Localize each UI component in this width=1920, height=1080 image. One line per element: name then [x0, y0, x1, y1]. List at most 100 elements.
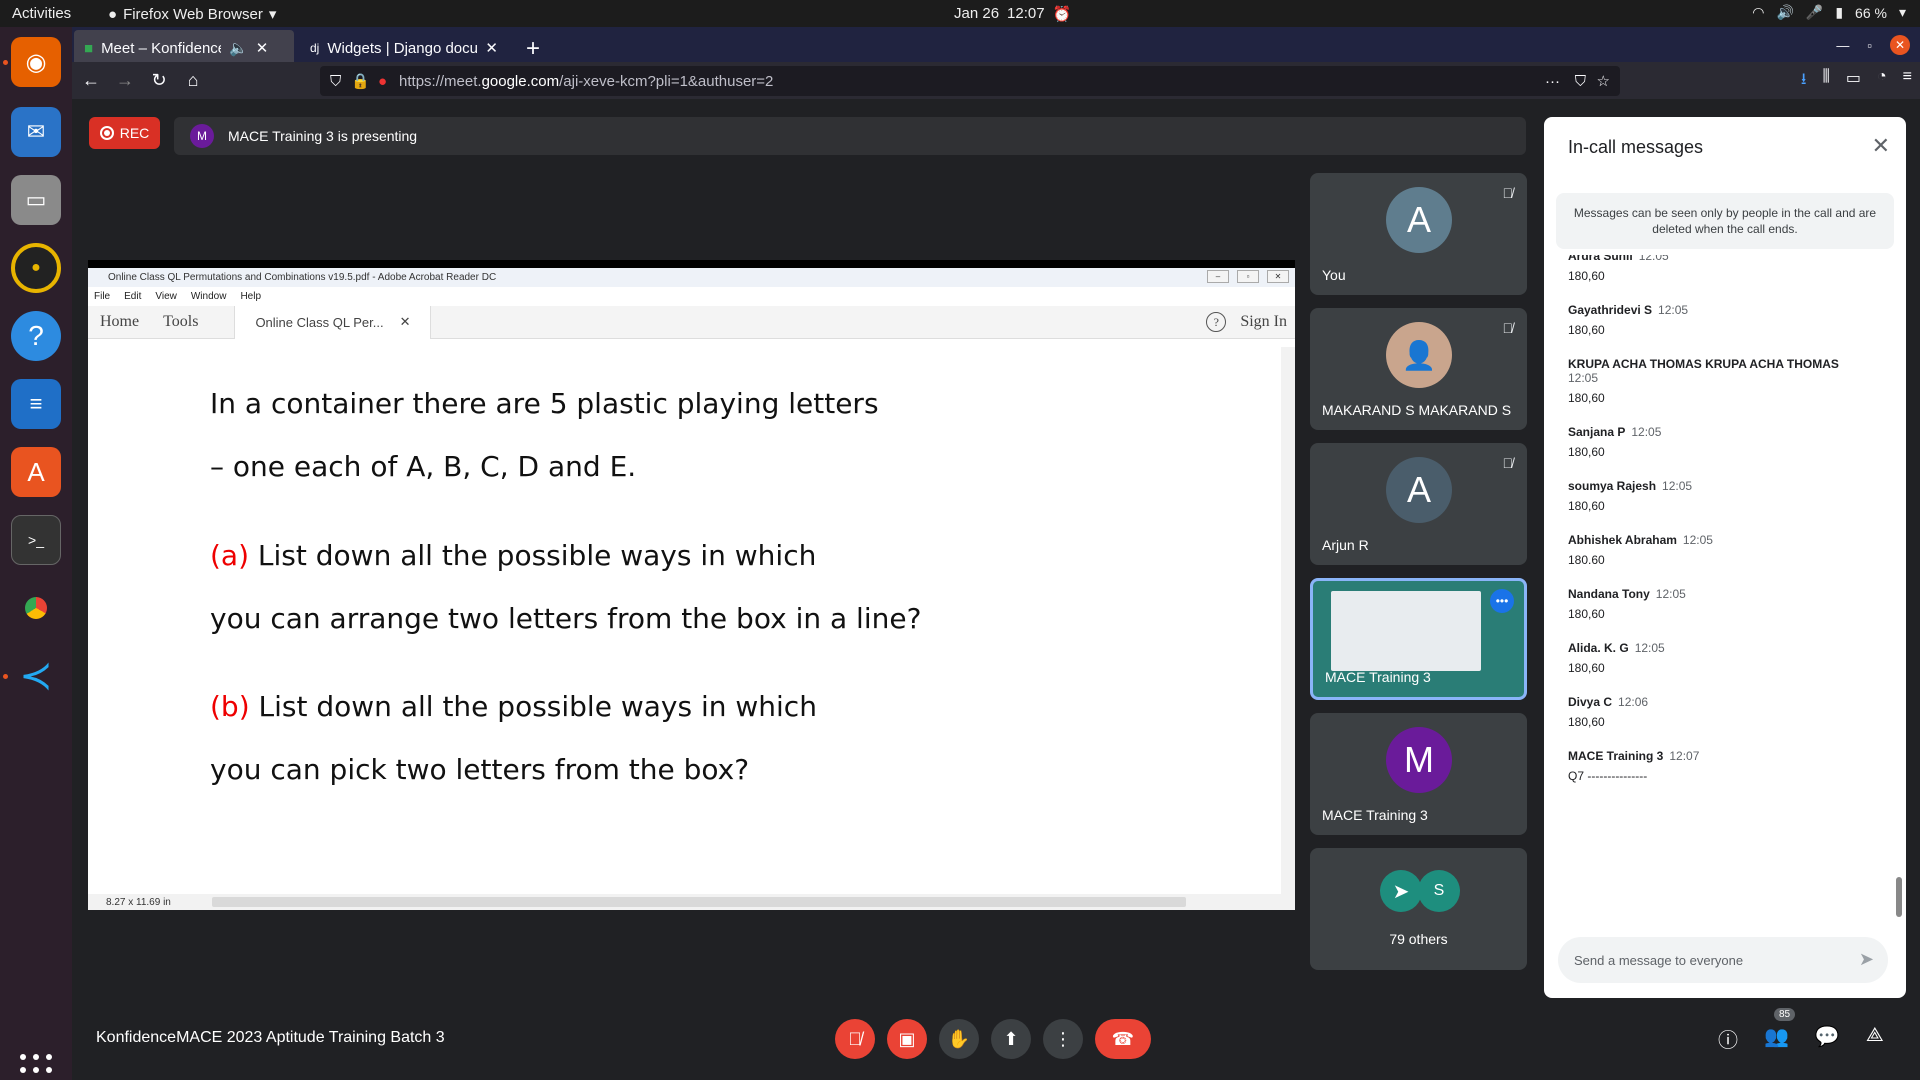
window-controls: — ▫ ✕ — [1836, 35, 1910, 55]
chat-scrollbar[interactable] — [1896, 877, 1902, 917]
app-menu-label: Firefox Web Browser — [123, 5, 263, 23]
acrobat-doc-tab: Online Class QL Per... ✕ — [234, 305, 432, 339]
volume-icon: 🔊 — [1776, 4, 1794, 20]
avatar: A — [1386, 457, 1452, 523]
more-options-button[interactable]: ⋮ — [1043, 1019, 1083, 1059]
close-window-button[interactable]: ✕ — [1890, 35, 1910, 55]
bookmark-star-icon[interactable]: ☆ — [1597, 72, 1610, 90]
shield-icon[interactable]: ⛉ — [330, 73, 341, 90]
activities-icon[interactable]: ⟁ — [1866, 1024, 1884, 1053]
page-actions-icon[interactable]: ··· — [1545, 73, 1560, 90]
leave-call-button[interactable]: ☎ — [1095, 1019, 1151, 1059]
system-tray[interactable]: ◠ 🔊 🎤 ▮ 66 % ▾ — [1752, 4, 1906, 21]
tab-django[interactable]: dj Widgets | Django documentation ✕ — [300, 30, 520, 66]
restore-button[interactable]: ▫ — [1867, 38, 1872, 53]
close-icon[interactable]: ✕ — [485, 39, 498, 57]
audio-playing-icon[interactable]: 🔈 — [229, 39, 248, 57]
chrome-icon — [15, 587, 57, 629]
writer-launcher[interactable]: ≡ — [11, 379, 61, 429]
participant-tile-presenter[interactable]: ••• MACE Training 3 — [1310, 578, 1527, 700]
permissions-icon[interactable]: ● — [378, 73, 387, 90]
menu-icon[interactable]: ≡ — [1903, 68, 1912, 95]
send-icon[interactable]: ➤ — [1859, 949, 1874, 970]
ubuntu-dock: ◉ ✉ ▭ ● ? ≡ A >_ ≺ — [0, 27, 72, 1080]
camera-toggle-button[interactable]: ▣ — [887, 1019, 927, 1059]
terminal-launcher[interactable]: >_ — [11, 515, 61, 565]
mic-icon: 🎤 — [1805, 4, 1824, 20]
meeting-details-icon[interactable]: ⓘ — [1718, 1024, 1738, 1053]
tab-meet[interactable]: ■ Meet – KonfidenceMACE 2023 Aptitude Tr… — [74, 30, 294, 66]
lock-icon[interactable]: 🔒 — [351, 72, 370, 90]
address-bar[interactable]: ⛉ 🔒 ● https://meet.google.com/aji-xeve-k… — [320, 66, 1620, 96]
chrome-launcher[interactable] — [11, 583, 61, 633]
minimize-button[interactable]: — — [1836, 38, 1849, 53]
sidebar-icon[interactable]: ▭ — [1846, 68, 1861, 95]
vscode-launcher[interactable]: ≺ — [11, 651, 61, 701]
back-button[interactable]: ← — [76, 66, 106, 96]
person-photo-icon: 👤 — [1401, 339, 1437, 371]
recording-button[interactable]: REC — [89, 117, 160, 149]
rhythmbox-launcher[interactable]: ● — [11, 243, 61, 293]
show-applications-icon[interactable] — [20, 1054, 52, 1080]
tab-title: Widgets | Django documentation — [327, 39, 478, 57]
avatar: S — [1418, 870, 1460, 912]
meeting-side-controls: ⓘ 👥 85 💬 ⟁ — [1718, 1008, 1884, 1053]
avatar: A — [1386, 187, 1452, 253]
presenting-banner: M MACE Training 3 is presenting — [174, 117, 1526, 155]
doc-tab-label: Online Class QL Per... — [255, 314, 384, 330]
help-launcher[interactable]: ? — [11, 311, 61, 361]
tab-title: Meet – KonfidenceMACE 2023 Aptitude Trai… — [101, 39, 221, 57]
message-sender: Ardra Sunil 12:05 — [1568, 255, 1669, 263]
message-body: 180,60 — [1568, 607, 1605, 621]
chat-message: soumya Rajesh 12:05 180,60 — [1544, 479, 1894, 513]
firefox-launcher[interactable]: ◉ — [11, 37, 61, 87]
firefox-icon: ● — [108, 5, 118, 23]
doc-line: – one each of A, B, C, D and E. — [210, 450, 637, 483]
close-icon[interactable]: ✕ — [1872, 133, 1890, 159]
participant-name: MAKARAND S MAKARAND S — [1322, 402, 1512, 418]
home-button[interactable]: ⌂ — [178, 66, 208, 96]
pocket-icon[interactable]: ⛉ — [1575, 73, 1586, 90]
folder-icon: ▭ — [25, 187, 47, 212]
software-icon: A — [27, 456, 45, 487]
doc-line: (a) List down all the possible ways in w… — [210, 539, 817, 572]
downloads-icon[interactable]: ⭳ — [1801, 68, 1807, 95]
others-tile[interactable]: ➤ S 79 others — [1310, 848, 1527, 970]
url-text[interactable]: https://meet.google.com/aji-xeve-kcm?pli… — [399, 73, 773, 90]
forward-button[interactable]: → — [110, 66, 140, 96]
mic-toggle-button[interactable]: 🎙̸ — [835, 1019, 875, 1059]
app-menu[interactable]: ● Firefox Web Browser ▾ — [108, 5, 276, 24]
reload-button[interactable]: ↻ — [144, 66, 174, 96]
message-list[interactable]: Ardra Sunil 12:05 180,60 Gayathridevi S 12:… — [1544, 255, 1894, 905]
message-body: 180,60 — [1568, 269, 1605, 283]
system-top-bar: Activities ● Firefox Web Browser ▾ Jan 2… — [0, 0, 1920, 27]
participant-tile[interactable]: M MACE Training 3 — [1310, 713, 1527, 835]
thunderbird-launcher[interactable]: ✉ — [11, 107, 61, 157]
chat-message: Ardra Sunil 12:05 180,60 — [1544, 255, 1894, 283]
participant-tile[interactable]: 👤 🎙̸ MAKARAND S MAKARAND S — [1310, 308, 1527, 430]
chat-message: Gayathridevi S 12:05 180,60 — [1544, 303, 1894, 337]
files-launcher[interactable]: ▭ — [11, 175, 61, 225]
more-options-icon[interactable]: ••• — [1490, 589, 1514, 613]
horizontal-scroll-thumb — [212, 897, 1186, 907]
participant-tile[interactable]: A 🎙̸ You — [1310, 173, 1527, 295]
sign-in-label: Sign In — [1240, 313, 1287, 330]
new-tab-button[interactable]: + — [526, 35, 540, 63]
activities-button[interactable]: Activities — [12, 5, 71, 22]
software-launcher[interactable]: A — [11, 447, 61, 497]
raise-hand-button[interactable]: ✋ — [939, 1019, 979, 1059]
chat-input[interactable]: Send a message to everyone ➤ — [1558, 937, 1888, 983]
people-button[interactable]: 👥 85 — [1764, 1008, 1796, 1053]
chat-panel: In-call messages ✕ Messages can be seen … — [1544, 117, 1906, 998]
participant-tile[interactable]: A 🎙̸ Arjun R — [1310, 443, 1527, 565]
account-icon[interactable]: ◔ — [1877, 68, 1887, 95]
message-body: 180,60 — [1568, 445, 1605, 459]
present-button[interactable]: ⬆ — [991, 1019, 1031, 1059]
library-icon[interactable]: ⫼ — [1822, 68, 1829, 95]
battery-icon: ▮ — [1835, 4, 1844, 20]
avatar: 👤 — [1386, 322, 1452, 388]
close-icon[interactable]: ✕ — [256, 39, 269, 57]
chat-icon[interactable]: 💬 — [1815, 1024, 1840, 1053]
document-icon: ≡ — [29, 391, 43, 416]
clock[interactable]: Jan 26 12:07 ⏰ — [954, 5, 1071, 23]
